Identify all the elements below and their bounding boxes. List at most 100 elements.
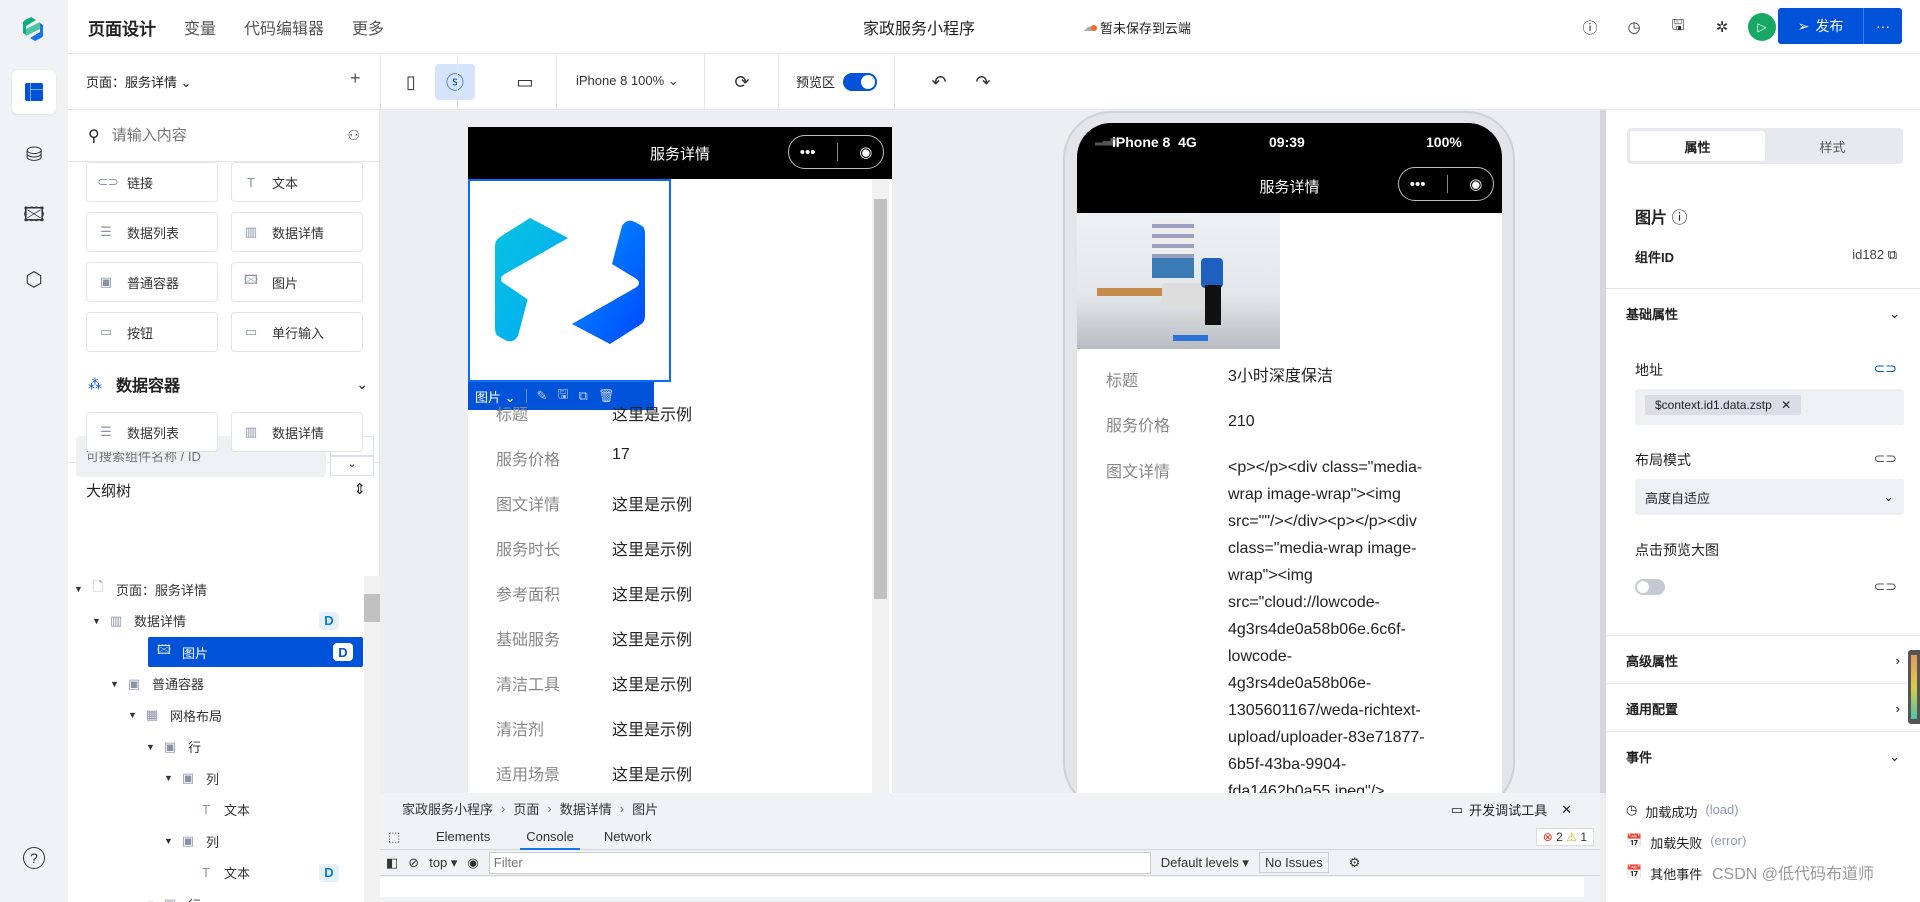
breadcrumb-item[interactable]: 页面 (513, 799, 539, 818)
caret-down-icon[interactable]: ▼ (164, 836, 178, 846)
caret-down-icon[interactable]: ▼ (164, 773, 178, 783)
issue-counter[interactable]: ⊗ 2 ⚠ 1 (1535, 827, 1594, 846)
component-search-input[interactable] (111, 127, 312, 144)
component-list[interactable]: ☰ 数据列表 (86, 212, 218, 252)
component-list[interactable]: ☰ 数据列表 (86, 412, 218, 452)
expand-collapse-icon[interactable]: ⇕ (353, 480, 366, 501)
tree-node[interactable]: ▼ ▥ 数据详情 D (68, 606, 363, 636)
breadcrumb-item[interactable]: 家政服务小程序 (402, 799, 493, 818)
tree-node[interactable]: ▼ ▣ 列 (68, 826, 363, 856)
devtools-toggle[interactable]: ▭ 开发调试工具 ✕ (1451, 800, 1572, 819)
component-chart[interactable]: ▥ 数据详情 (231, 212, 363, 252)
outline-scrollbar[interactable] (364, 576, 380, 902)
tab-more[interactable]: 更多 (352, 15, 384, 39)
tree-node[interactable]: T 文本 (68, 795, 363, 825)
component-button[interactable]: ▭ 按钮 (86, 312, 218, 352)
tab-properties[interactable]: 属性 (1630, 131, 1765, 161)
component-image[interactable]: 🖾 图片 (231, 262, 363, 302)
publish-more-button[interactable]: ··· (1864, 8, 1902, 44)
caret-down-icon[interactable]: ▼ (128, 710, 142, 720)
miniprogram-view-icon[interactable]: ⓢ (435, 64, 475, 100)
events-header[interactable]: 事件 ⌄ (1606, 731, 1920, 781)
history-icon[interactable]: ◷ (1612, 18, 1656, 36)
console-output[interactable] (380, 877, 1584, 897)
tree-node[interactable]: ▼ 🗋 页面：服务详情 (68, 574, 363, 604)
common-config-header[interactable]: 通用配置 › (1606, 683, 1920, 733)
inspect-icon[interactable]: ⬚ (388, 829, 418, 845)
add-page-button[interactable]: + (350, 68, 361, 89)
tree-node[interactable]: ▼ ▣ 列 (68, 763, 363, 793)
desktop-view-icon[interactable]: ▭ (505, 64, 545, 100)
undo-icon[interactable]: ↶ (919, 64, 959, 100)
tree-node[interactable]: ▼ ▣ 普通容器 (68, 669, 363, 699)
caret-down-icon[interactable]: ▼ (92, 616, 106, 626)
database-icon[interactable]: ⛁ (12, 132, 56, 176)
tab-code-editor[interactable]: 代码编辑器 (244, 15, 324, 39)
editor-scrollbar[interactable] (872, 179, 889, 793)
eye-icon[interactable]: ◉ (467, 855, 478, 871)
publish-button[interactable]: ➢ 发布 (1778, 8, 1864, 44)
bind-link-icon[interactable]: ⊂⊃ (1874, 450, 1897, 470)
preview-image-toggle[interactable] (1635, 578, 1665, 595)
component-input[interactable]: ▭ 单行输入 (231, 312, 363, 352)
redo-icon[interactable]: ↷ (963, 64, 1003, 100)
component-container[interactable]: ▣ 普通容器 (86, 262, 218, 302)
bind-link-icon[interactable]: ⊂⊃ (1874, 360, 1897, 380)
clear-console-icon[interactable]: ⊘ (408, 855, 419, 871)
breadcrumb-item[interactable]: 数据详情 (560, 799, 612, 818)
preview-toggle[interactable]: 预览区 (796, 72, 878, 91)
caret-down-icon[interactable]: ▼ (74, 584, 88, 594)
console-filter-input[interactable] (488, 851, 1151, 874)
tree-node[interactable]: T 文本 D (68, 858, 363, 888)
device-selector[interactable]: iPhone 8 100% ⌄ (576, 73, 679, 89)
advanced-props-header[interactable]: 高级属性 › (1606, 635, 1920, 685)
help-icon[interactable]: ⓘ (1568, 17, 1612, 38)
mobile-view-icon[interactable]: ▯ (391, 64, 431, 100)
event-item[interactable]: ◷ 加载成功 (load) (1626, 802, 1739, 821)
remove-chip-icon[interactable]: ✕ (1781, 398, 1791, 412)
image-icon[interactable]: 🖾 (12, 195, 56, 239)
debug-icon[interactable]: ✲ (1700, 18, 1744, 36)
tab-styles[interactable]: 样式 (1765, 131, 1900, 161)
tree-node[interactable]: ▼▣行 (68, 889, 363, 902)
tab-console[interactable]: Console (520, 824, 580, 850)
chevron-down-icon: ⌄ (667, 73, 679, 88)
log-levels-dropdown[interactable]: Default levels ▾ (1161, 855, 1249, 871)
caret-down-icon[interactable]: ▼ (110, 679, 124, 689)
event-item[interactable]: 📅 加载失败 (error) (1626, 833, 1746, 852)
bind-link-icon[interactable]: ⊂⊃ (1874, 578, 1897, 595)
refresh-icon[interactable]: ⟳ (722, 64, 762, 100)
tab-page-design[interactable]: 页面设计 (88, 15, 156, 40)
component-icon[interactable]: ⬡ (12, 257, 56, 301)
page-selector[interactable]: 页面：服务详情 ⌄ (86, 72, 192, 91)
layout-icon[interactable] (12, 70, 56, 114)
component-text[interactable]: T 文本 (231, 162, 363, 202)
component-link[interactable]: ⊂⊃ 链接 (86, 162, 218, 202)
sidebar-toggle-icon[interactable]: ◧ (386, 855, 398, 871)
tree-node[interactable]: 🖾 图片 D (148, 637, 363, 667)
selected-image[interactable] (468, 179, 671, 382)
outline-next-button[interactable]: ⌄ (330, 456, 374, 476)
breadcrumb-item[interactable]: 图片 (632, 799, 658, 818)
address-field[interactable]: $context.id1.data.zstp ✕ (1635, 389, 1904, 425)
issues-button[interactable]: No Issues (1258, 852, 1329, 873)
tree-node[interactable]: ▼ ▦ 网格布局 (68, 700, 363, 730)
tab-network[interactable]: Network (604, 829, 652, 844)
layout-select[interactable]: 高度自适应 ⌄ (1635, 479, 1904, 515)
save-icon[interactable]: 🖫 (1656, 15, 1700, 40)
data-container-header[interactable]: ⁂ 数据容器 ⌄ (88, 372, 368, 396)
shapes-icon[interactable]: ⚇ (347, 127, 360, 144)
info-icon[interactable]: ⓘ (1671, 210, 1687, 227)
context-selector[interactable]: top ▾ (429, 855, 457, 871)
help-icon[interactable]: ? (12, 836, 56, 880)
settings-icon[interactable]: ⚙ (1349, 855, 1361, 871)
tab-variables[interactable]: 变量 (184, 15, 216, 39)
caret-down-icon[interactable]: ▼ (146, 742, 160, 752)
basic-props-header[interactable]: 基础属性 ⌄ (1606, 288, 1920, 338)
event-item[interactable]: 📅 其他事件 (1626, 864, 1710, 883)
tab-elements[interactable]: Elements (436, 829, 490, 844)
tree-node[interactable]: ▼▣行 (68, 732, 363, 762)
component-chart[interactable]: ▥ 数据详情 (231, 412, 363, 452)
run-button[interactable]: ▷ (1748, 13, 1776, 41)
copy-icon[interactable]: ⧉ (1888, 247, 1897, 262)
